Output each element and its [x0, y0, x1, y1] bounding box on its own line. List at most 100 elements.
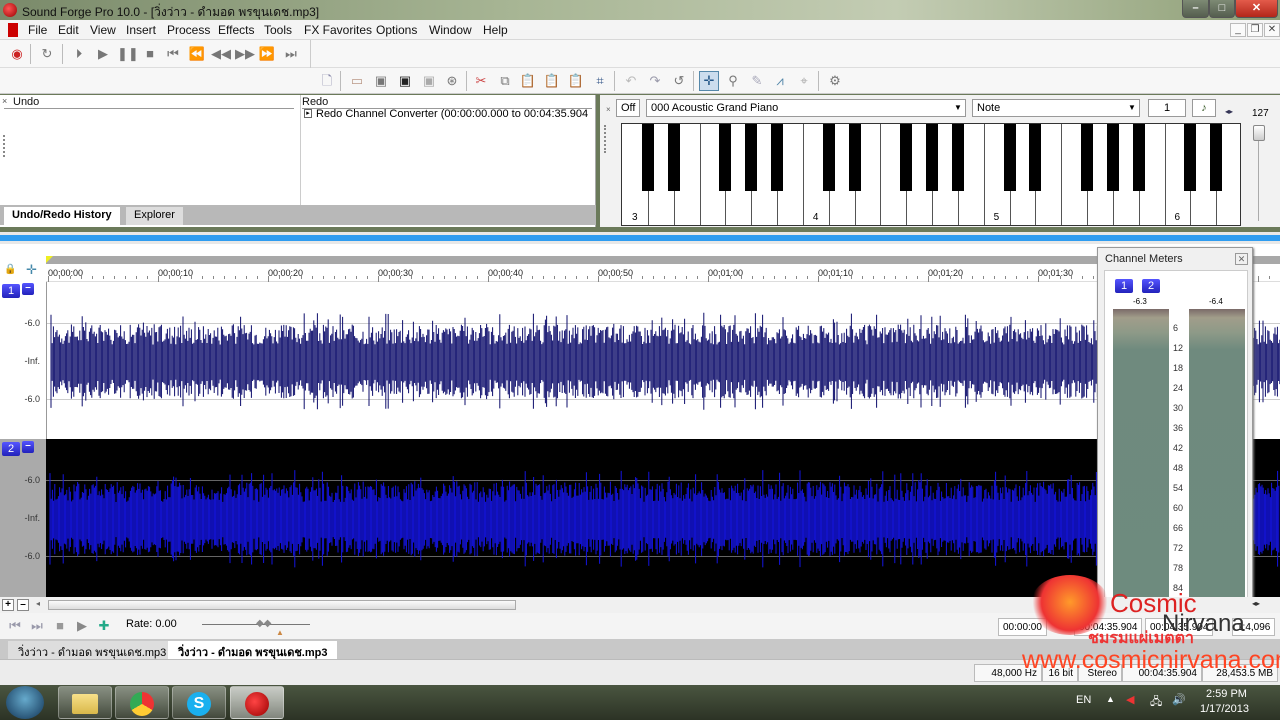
channel-2-badge[interactable]: 2 — [2, 442, 20, 456]
paste-icon[interactable]: 📋 — [519, 72, 537, 90]
overview-bar[interactable] — [46, 256, 1280, 264]
channel-1-minimize-button[interactable]: – — [22, 283, 34, 295]
redo-item[interactable]: Redo Channel Converter (00:00:00.000 to … — [316, 108, 588, 120]
black-key[interactable] — [719, 124, 732, 191]
edit-tool-icon[interactable]: ✛ — [699, 71, 719, 91]
mode-select[interactable]: Note — [972, 99, 1140, 117]
menu-tools[interactable]: Tools — [264, 23, 292, 37]
menu-window[interactable]: Window — [429, 23, 472, 37]
stop-icon[interactable]: ■ — [141, 45, 159, 63]
channel-1-badge[interactable]: 1 — [2, 284, 20, 298]
menu-options[interactable]: Options — [376, 23, 417, 37]
black-key[interactable] — [667, 124, 680, 191]
menu-fx-favorites[interactable]: FX Favorites — [304, 23, 372, 37]
tab-undo-redo-history[interactable]: Undo/Redo History — [4, 207, 120, 225]
meter-channel-1-button[interactable]: 1 — [1115, 279, 1133, 293]
zoom-in-button[interactable]: + — [2, 599, 14, 611]
black-key[interactable] — [771, 124, 783, 191]
drag-handle[interactable] — [3, 135, 6, 157]
fast-forward-icon[interactable]: ▶▶ — [235, 45, 255, 63]
zoom-out-button[interactable]: – — [17, 599, 29, 611]
black-key[interactable] — [641, 124, 654, 191]
black-key[interactable] — [1184, 124, 1197, 191]
channel-2-minimize-button[interactable]: – — [22, 441, 34, 453]
event-tool-icon[interactable]: ⌖ — [795, 72, 813, 90]
play-icon[interactable]: ▶ — [73, 617, 91, 635]
mdi-minimize-button[interactable]: _ — [1230, 23, 1246, 37]
channel-2-waveform[interactable] — [46, 439, 1280, 597]
crop-icon[interactable]: ⌗ — [591, 72, 609, 90]
tab-explorer[interactable]: Explorer — [126, 207, 183, 225]
paste-special-icon[interactable]: 📋 — [543, 72, 561, 90]
render-icon[interactable]: ⊛ — [443, 72, 461, 90]
mdi-close-button[interactable]: ✕ — [1264, 23, 1280, 37]
menu-edit[interactable]: Edit — [58, 23, 79, 37]
menu-view[interactable]: View — [90, 23, 116, 37]
show-hidden-icons[interactable]: ▲ — [1106, 694, 1115, 704]
time-ruler[interactable]: 00:00:00 00:00:10 00:00:20 00:00:30 00:00:40… — [46, 264, 1280, 282]
black-key[interactable] — [1106, 124, 1119, 191]
taskbar-explorer[interactable] — [58, 686, 112, 719]
black-key[interactable] — [1210, 124, 1223, 191]
start-button[interactable] — [6, 686, 44, 719]
volume-icon[interactable]: 🔊 — [1172, 693, 1186, 706]
add-icon[interactable]: ✚ — [95, 617, 113, 635]
magnify-tool-icon[interactable]: ⚲ — [724, 72, 742, 90]
drag-handle[interactable] — [604, 125, 606, 153]
mix-icon[interactable]: 📋 — [567, 72, 585, 90]
scroll-thumb[interactable] — [48, 600, 516, 610]
velocity-slider[interactable] — [1253, 125, 1265, 141]
black-key[interactable] — [1029, 124, 1042, 191]
new-icon[interactable]: 🗋 — [318, 72, 336, 90]
menu-help[interactable]: Help — [483, 23, 508, 37]
go-to-end-icon[interactable]: ⏭ — [28, 617, 46, 635]
save-as-icon[interactable]: ▣ — [396, 72, 414, 90]
black-key[interactable] — [848, 124, 861, 191]
document-tab[interactable]: วิ่งว่าว - ดำมอด พรขุนเดช.mp3 — [8, 641, 177, 659]
lock-icon[interactable]: 🔒 — [4, 264, 16, 275]
minimize-button[interactable]: – — [1182, 0, 1209, 18]
off-button[interactable]: Off — [616, 99, 640, 117]
pencil-tool-icon[interactable]: ✎ — [748, 72, 766, 90]
cut-icon[interactable]: ✂ — [472, 72, 490, 90]
envelope-tool-icon[interactable]: ⩘ — [771, 72, 789, 90]
black-key[interactable] — [1132, 124, 1145, 191]
close-icon[interactable]: ✕ — [1235, 253, 1248, 265]
play-icon[interactable]: ▶ — [94, 45, 112, 63]
scroll-arrows-icon[interactable]: ◂▸ — [1225, 107, 1233, 116]
panel-close-icon[interactable]: × — [606, 105, 611, 114]
keyboard-options-icon[interactable]: ♪ — [1192, 99, 1216, 117]
loop-icon[interactable]: ↻ — [38, 45, 56, 63]
go-to-start-icon[interactable]: ⏮ — [164, 45, 182, 63]
scroll-arrows-icon[interactable]: ◂▸ — [1252, 599, 1260, 608]
stop-icon[interactable]: ■ — [51, 617, 69, 635]
black-key[interactable] — [951, 124, 964, 191]
plugin-chainer-icon[interactable]: ⚙ — [826, 72, 844, 90]
save-all-icon[interactable]: ▣ — [420, 72, 438, 90]
taskbar-chrome[interactable] — [115, 686, 169, 719]
menu-insert[interactable]: Insert — [126, 23, 156, 37]
edit-tool-icon[interactable]: ✛ — [26, 262, 37, 278]
next-marker-icon[interactable]: ⏩ — [258, 45, 276, 63]
pause-icon[interactable]: ❚❚ — [117, 45, 139, 63]
app-tray-icon[interactable]: ◀ — [1126, 693, 1134, 706]
meter-channel-2-button[interactable]: 2 — [1142, 279, 1160, 293]
taskbar-sound-forge[interactable] — [230, 686, 284, 719]
redo-icon[interactable]: ↷ — [646, 72, 664, 90]
black-key[interactable] — [900, 124, 913, 191]
close-button[interactable]: ✕ — [1235, 0, 1278, 18]
open-icon[interactable]: ▭ — [348, 72, 366, 90]
rate-slider-thumb[interactable]: ◆◆ — [256, 618, 271, 629]
menu-effects[interactable]: Effects — [218, 23, 254, 37]
menu-file[interactable]: File — [28, 23, 47, 37]
language-indicator[interactable]: EN — [1076, 694, 1091, 706]
mdi-restore-button[interactable]: ❐ — [1247, 23, 1263, 37]
maximize-button[interactable]: □ — [1209, 0, 1235, 18]
copy-icon[interactable]: ⧉ — [496, 72, 514, 90]
clock-date[interactable]: 1/17/2013 — [1200, 703, 1249, 715]
save-icon[interactable]: ▣ — [372, 72, 390, 90]
play-all-icon[interactable]: ⏵ — [70, 45, 88, 63]
menu-process[interactable]: Process — [167, 23, 210, 37]
go-to-start-icon[interactable]: ⏮ — [6, 617, 24, 635]
black-key[interactable] — [926, 124, 938, 191]
